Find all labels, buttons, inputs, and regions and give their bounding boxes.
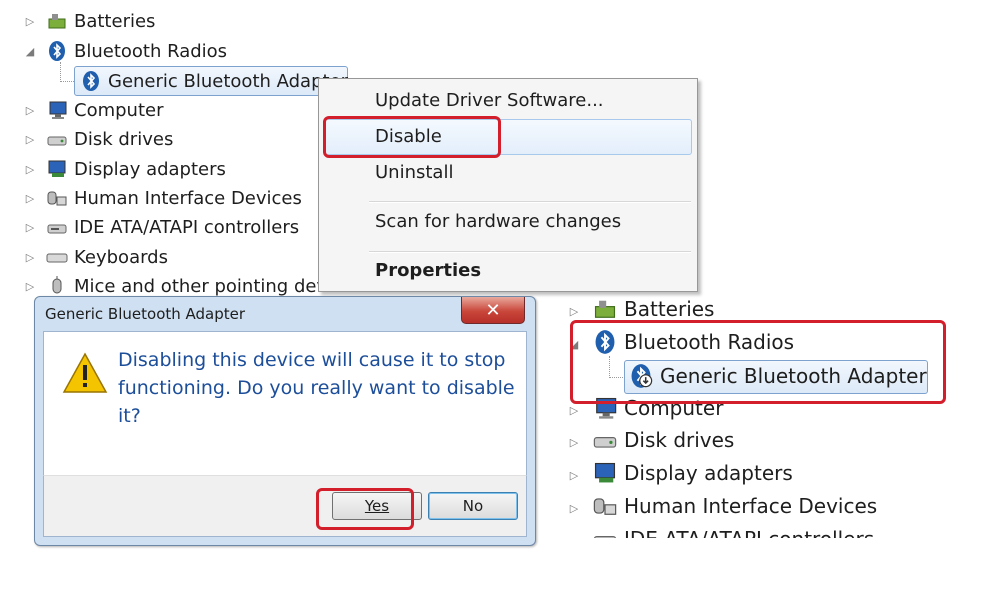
disk-drive-icon <box>592 428 618 452</box>
expand-arrow-icon[interactable]: ▷ <box>24 250 36 264</box>
annotation-highlight-yes <box>316 488 414 530</box>
bluetooth-icon <box>46 41 68 61</box>
expand-arrow-icon[interactable]: ▷ <box>568 435 580 449</box>
annotation-highlight-bluetooth-radios <box>570 320 946 404</box>
display-adapter-icon <box>46 159 68 179</box>
dialog-footer: Yes No <box>43 475 527 537</box>
tree-item-bluetooth-radios[interactable]: Bluetooth Radios <box>46 38 227 64</box>
expand-arrow-icon[interactable]: ▷ <box>568 304 580 318</box>
expand-arrow-icon[interactable]: ▷ <box>24 220 36 234</box>
device-tree-top: ▷ Batteries ◢ Bluetooth Radios Generic B… <box>0 0 348 297</box>
tree-item-batteries[interactable]: Batteries <box>46 8 155 34</box>
dialog-title: Generic Bluetooth Adapter <box>45 305 246 323</box>
menu-item-properties[interactable]: Properties <box>375 260 481 281</box>
annotation-highlight-disable <box>323 116 501 158</box>
hid-icon <box>46 188 68 208</box>
expand-arrow-icon[interactable]: ▷ <box>24 132 36 146</box>
tree-item-computer[interactable]: Computer <box>46 97 163 123</box>
expand-arrow-icon[interactable]: ▷ <box>24 279 36 293</box>
tree-item-generic-bluetooth-adapter[interactable]: Generic Bluetooth Adapter <box>80 68 348 94</box>
close-button[interactable]: ✕ <box>461 297 525 324</box>
warning-icon <box>62 352 108 393</box>
tree-item-human-interface-devices[interactable]: Human Interface Devices <box>592 491 877 521</box>
expand-arrow-icon[interactable]: ▷ <box>24 14 36 28</box>
ide-controller-icon <box>46 217 68 237</box>
collapse-arrow-icon[interactable]: ◢ <box>24 44 36 58</box>
no-button[interactable]: No <box>428 492 518 520</box>
context-menu: Update Driver Software... Disable Uninst… <box>318 78 698 292</box>
expand-arrow-icon[interactable]: ▷ <box>568 403 580 417</box>
expand-arrow-icon[interactable]: ▷ <box>568 501 580 515</box>
keyboard-icon <box>46 247 68 267</box>
menu-item-scan-hardware[interactable]: Scan for hardware changes <box>375 211 621 232</box>
ide-controller-icon <box>592 527 618 538</box>
battery-icon <box>46 11 68 31</box>
close-icon: ✕ <box>485 299 501 321</box>
computer-icon <box>46 100 68 120</box>
tree-item-keyboards[interactable]: Keyboards <box>46 244 168 270</box>
disk-drive-icon <box>46 129 68 149</box>
tree-item-display-adapters[interactable]: Display adapters <box>592 458 793 488</box>
mouse-icon <box>46 276 68 296</box>
expand-arrow-icon[interactable]: ▷ <box>24 191 36 205</box>
display-adapter-icon <box>592 461 618 485</box>
tree-item-ide-controllers[interactable]: IDE ATA/ATAPI controllers <box>46 214 299 240</box>
tree-item-human-interface-devices[interactable]: Human Interface Devices <box>46 185 302 211</box>
expand-arrow-icon[interactable]: ▷ <box>568 534 580 539</box>
hid-icon <box>592 494 618 518</box>
tree-item-disk-drives[interactable]: Disk drives <box>592 425 734 455</box>
menu-item-update-driver[interactable]: Update Driver Software... <box>375 90 604 111</box>
dialog-message: Disabling this device will cause it to s… <box>118 349 515 427</box>
tree-item-ide-controllers[interactable]: IDE ATA/ATAPI controllers <box>592 524 874 538</box>
expand-arrow-icon[interactable]: ▷ <box>568 468 580 482</box>
menu-separator <box>369 201 691 203</box>
tree-item-display-adapters[interactable]: Display adapters <box>46 156 226 182</box>
dialog-body: Disabling this device will cause it to s… <box>43 331 527 477</box>
expand-arrow-icon[interactable]: ▷ <box>24 162 36 176</box>
bluetooth-icon <box>80 71 102 91</box>
expand-arrow-icon[interactable]: ▷ <box>24 103 36 117</box>
tree-item-disk-drives[interactable]: Disk drives <box>46 126 173 152</box>
confirm-dialog: Generic Bluetooth Adapter ✕ Disabling th… <box>34 296 536 546</box>
battery-icon <box>592 297 618 321</box>
menu-separator <box>369 251 691 253</box>
menu-item-uninstall[interactable]: Uninstall <box>375 162 453 183</box>
